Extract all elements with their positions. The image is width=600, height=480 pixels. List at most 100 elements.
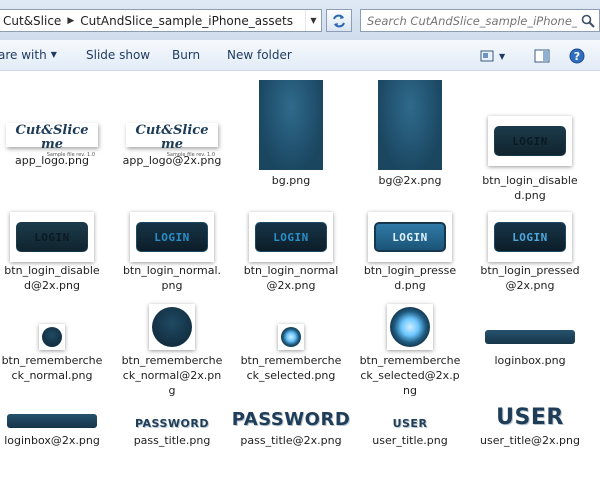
file-thumbnail: LOGIN [475,72,585,172]
file-name: btn_remembercheck_normal.png [1,354,103,382]
view-dropdown-arrow-icon: ▼ [499,51,506,61]
slide-show-button[interactable]: Slide show [86,48,150,62]
file-item[interactable]: loginbox.png [475,302,585,368]
command-bar: are with ▼ Slide show Burn New folder ▼ ? [0,40,600,71]
bg-2x-thumb [378,80,442,170]
file-item[interactable]: LOGIN btn_login_normal.png [117,202,227,293]
file-name: user_title.png [372,434,448,447]
pass-title-thumb: PASSWORD [134,417,209,430]
loginbox-thumb [485,330,575,344]
file-thumbnail [355,72,465,172]
file-name: btn_login_disabled@2x.png [4,264,100,292]
file-thumbnail [0,402,107,432]
file-item[interactable]: btn_remembercheck_selected.png [236,302,346,383]
login-text: LOGIN [494,222,566,252]
file-name: bg@2x.png [378,174,442,187]
address-bar[interactable]: Cut&Slice ▶ CutAndSlice_sample_iPhone_as… [0,9,322,32]
file-name: btn_login_normal@2x.png [243,264,339,292]
file-item[interactable]: bg@2x.png [355,72,465,188]
file-thumbnail [355,302,465,352]
file-name: btn_login_pressed.png [363,264,457,292]
logo-text: Cut&Slice me [15,123,89,152]
file-item[interactable]: USER user_title@2x.png [475,402,585,448]
file-item[interactable]: LOGIN btn_login_pressed.png [355,202,465,293]
share-with-menu[interactable]: are with ▼ [0,48,57,62]
file-name: btn_login_disabled.png [482,174,578,202]
refresh-button[interactable] [326,9,352,32]
file-thumbnail: LOGIN [0,202,107,262]
share-with-label: are with [0,48,47,62]
file-item[interactable]: LOGIN btn_login_disabled@2x.png [0,202,107,293]
new-folder-button[interactable]: New folder [227,48,292,62]
file-item[interactable]: PASSWORD pass_title.png [117,402,227,448]
help-button[interactable]: ? [569,46,585,66]
file-name: btn_login_pressed@2x.png [480,264,580,292]
address-history-dropdown-icon[interactable]: ▼ [305,10,321,31]
file-thumbnail: LOGIN [475,202,585,262]
file-name: btn_remembercheck_normal@2x.png [121,354,223,397]
change-view-button[interactable]: ▼ [480,46,505,66]
user-title-thumb: USER [392,417,428,430]
file-item[interactable]: bg.png [236,72,346,188]
file-name: user_title@2x.png [480,434,580,447]
address-bar-row: Cut&Slice ▶ CutAndSlice_sample_iPhone_as… [0,0,600,40]
search-box[interactable] [360,9,600,32]
login-text: LOGIN [374,222,446,252]
file-thumbnail: USER [355,402,465,432]
file-item[interactable]: LOGIN btn_login_normal@2x.png [236,202,346,293]
remembercheck-selected-2x-thumb [387,304,433,350]
file-item[interactable]: btn_remembercheck_normal@2x.png [117,302,227,398]
file-thumbnail: PASSWORD [232,402,350,432]
file-name: app_logo@2x.png [122,154,222,167]
btn-login-disabled-thumb: LOGIN [488,116,572,166]
file-name: btn_remembercheck_selected.png [240,354,342,382]
help-icon: ? [569,48,585,64]
file-item[interactable]: btn_remembercheck_selected@2x.png [355,302,465,398]
check-dot-selected [281,327,301,347]
btn-login-disabled-2x-thumb: LOGIN [10,212,94,262]
btn-login-normal-thumb: LOGIN [130,212,214,262]
login-text: LOGIN [136,222,208,252]
file-item[interactable]: LOGIN btn_login_disabled.png [475,72,585,203]
check-dot [42,327,62,347]
svg-text:?: ? [574,50,580,63]
btn-login-pressed-2x-thumb: LOGIN [488,212,572,262]
remembercheck-normal-thumb [39,324,65,350]
login-text: LOGIN [255,222,327,252]
search-icon[interactable] [581,14,595,28]
file-name: loginbox.png [494,354,566,367]
search-input[interactable] [361,13,577,28]
burn-button[interactable]: Burn [172,48,200,62]
file-item[interactable]: Cut&Slice me Sample file rev. 1.0 app_lo… [117,72,227,168]
file-thumbnail: Cut&Slice me Sample file rev. 1.0 [117,72,227,158]
dropdown-arrow-icon: ▼ [50,50,57,59]
app-logo-thumb: Cut&Slice me Sample file rev. 1.0 [6,123,98,158]
btn-login-pressed-thumb: LOGIN [368,212,452,262]
file-thumbnail: USER [475,402,585,432]
breadcrumb-cutandslice[interactable]: Cut&Slice [0,14,65,28]
login-text: LOGIN [494,126,566,156]
file-item[interactable]: loginbox@2x.png [0,402,107,448]
file-item[interactable]: btn_remembercheck_normal.png [0,302,107,383]
file-thumbnail [117,302,227,352]
remembercheck-normal-2x-thumb [149,304,195,350]
btn-login-normal-2x-thumb: LOGIN [249,212,333,262]
breadcrumb-current-folder[interactable]: CutAndSlice_sample_iPhone_assets [76,14,297,28]
file-item[interactable]: Cut&Slice me Sample file rev. 1.0 app_lo… [0,72,107,168]
file-thumbnail [236,72,346,172]
file-name: loginbox@2x.png [4,434,100,447]
file-item[interactable]: PASSWORD pass_title@2x.png [232,402,350,448]
file-item[interactable]: LOGIN btn_login_pressed@2x.png [475,202,585,293]
file-thumbnail: LOGIN [236,202,346,262]
file-thumbnail: LOGIN [355,202,465,262]
remembercheck-selected-thumb [278,324,304,350]
file-thumbnail [236,302,346,352]
login-text: LOGIN [16,222,88,252]
pass-title-2x-thumb: PASSWORD [231,409,351,430]
file-thumbnail [475,302,585,352]
breadcrumb-separator-icon[interactable]: ▶ [65,16,76,26]
file-thumbnail: Cut&Slice me Sample file rev. 1.0 [0,72,107,158]
check-dot [152,307,192,347]
file-item[interactable]: USER user_title.png [355,402,465,448]
preview-pane-button[interactable] [534,46,550,66]
